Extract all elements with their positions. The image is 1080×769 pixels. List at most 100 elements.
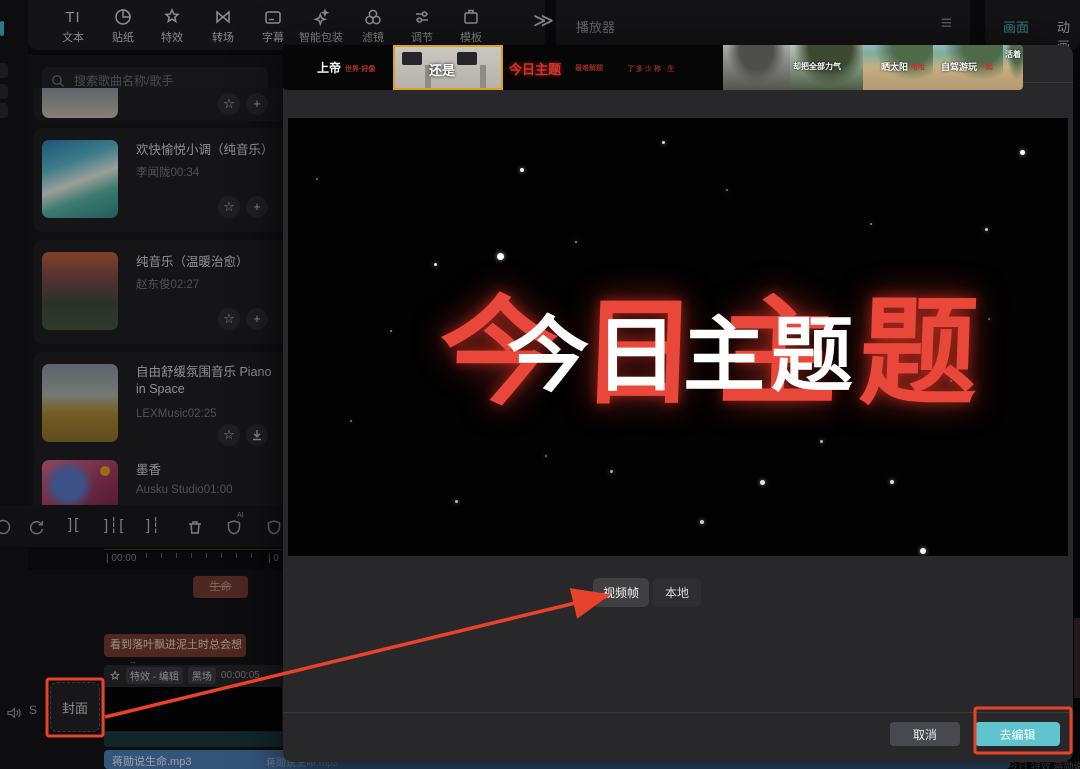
frame-thumb[interactable]: 晒太阳 哈哈 [863, 45, 933, 90]
particle [870, 223, 872, 225]
music-title: 欢快愉悦小调（纯音乐） [136, 142, 281, 159]
player-title: 播放器 [576, 17, 615, 36]
top-toolbar: TI 文本 贴纸 特效 转场 字幕 智能包装 滤镜 调节 [28, 0, 545, 50]
redo-icon[interactable] [26, 516, 48, 542]
ruler-ticks [146, 553, 266, 558]
solo-track-label[interactable]: S [29, 703, 37, 717]
frame-image [450, 47, 503, 90]
go-edit-button[interactable]: 去编辑 [975, 722, 1060, 746]
tool-transition[interactable]: 转场 [195, 6, 251, 45]
frame-thumb[interactable]: 活着 [1003, 45, 1023, 90]
music-meta: LEXMusic02:25 [136, 408, 217, 420]
text-clip[interactable]: 生命 [193, 576, 248, 598]
particle [985, 228, 988, 231]
video-clip-audio-strip[interactable] [104, 732, 283, 747]
add-button[interactable]: + [246, 308, 268, 330]
particle [316, 178, 318, 180]
cover-preview: 今日主题 今日主题 [288, 118, 1068, 556]
favorite-button[interactable]: ☆ [218, 308, 240, 330]
frame-thumb[interactable]: 却把全部力气 [790, 45, 863, 90]
sun-dot [100, 466, 110, 476]
music-panel: ☆ + 欢快愉悦小调（纯音乐） 李闻陇00:34 ☆ + 纯音乐（温暖治愈） 赵… [28, 55, 283, 505]
music-title: 纯音乐（温暖治愈） [136, 254, 281, 271]
frame-thumb[interactable]: 自驾游玩 一起 [933, 45, 1003, 90]
particle [610, 470, 613, 473]
tab-picture[interactable]: 画面 [1003, 17, 1029, 36]
clip-duration: 00:00:05. [221, 670, 263, 681]
frame-strip[interactable]: 上帝 世界·好像 还是 今日主题 最难解题 了多少称·生 却把全部力气 晒太阳 … [283, 45, 1023, 90]
particle [662, 141, 665, 144]
favorite-button[interactable]: ☆ [218, 93, 240, 115]
rail-item[interactable] [0, 63, 8, 78]
music-card[interactable]: 纯音乐（温暖治愈） 赵东俊02:27 ☆ + [34, 240, 286, 344]
divider [283, 712, 1073, 713]
particle [545, 455, 547, 457]
tool-template[interactable]: 模板 [443, 6, 499, 45]
sticker-icon [95, 6, 151, 28]
particle [820, 440, 823, 443]
transition-icon [195, 6, 251, 28]
undo-icon[interactable] [0, 516, 14, 542]
music-meta: 李闻陇00:34 [136, 164, 199, 180]
tab-video-frame[interactable]: 视频帧 [593, 578, 649, 607]
timeline-ruler[interactable]: | 00:00 | 0 [100, 548, 283, 570]
rail-item[interactable] [0, 84, 8, 99]
favorite-button[interactable]: ☆ [218, 424, 240, 446]
download-icon [250, 428, 264, 442]
cover-button[interactable]: 封面 [50, 682, 100, 732]
music-card[interactable]: 欢快愉悦小调（纯音乐） 李闻陇00:34 ☆ + [34, 128, 286, 232]
particle [890, 480, 894, 484]
effects-icon [144, 6, 200, 28]
ruler-label: | 0 [268, 553, 279, 564]
text-icon: TI [45, 6, 101, 28]
audio-clip-label: 蒋勋说生命.mp3 [112, 753, 191, 769]
tool-text[interactable]: TI 文本 [45, 6, 101, 45]
music-card[interactable]: 自由舒缓氛围音乐 Piano in Space LEXMusic02:25 ☆ [34, 352, 286, 460]
tab-local[interactable]: 本地 [653, 578, 701, 607]
mute-track-icon[interactable] [5, 704, 23, 727]
delete-icon[interactable] [184, 516, 206, 542]
cover-select-dialog: 封面选择 今日主题 今日主题 视频帧 本地 上帝 世界·好像 还是 今日主题 最… [283, 45, 1073, 762]
search-input[interactable] [72, 73, 260, 89]
music-card[interactable]: 墨香 Ausku Studio01:00 [34, 453, 286, 505]
shield-ai-icon[interactable]: AI [224, 516, 246, 542]
tool-effects[interactable]: 特效 [144, 6, 200, 45]
video-clip-header[interactable]: 特效 - 编辑 黑场 00:00:05. [104, 665, 283, 686]
text-clip[interactable]: 看到落叶飘进泥土时总会想 [104, 634, 246, 657]
blackout-tag: 黑场 [188, 667, 216, 684]
search-icon [50, 73, 66, 89]
frame-thumb[interactable]: 今日主题 最难解题 [503, 45, 613, 90]
more-tools-icon[interactable]: ≫ [533, 8, 554, 33]
music-card-partial[interactable]: ☆ + [34, 88, 286, 121]
music-meta: 赵东俊02:27 [136, 276, 199, 292]
split-left-icon[interactable]: ]┆[ [104, 516, 124, 534]
frame-thumb-selected[interactable]: 还是 [393, 45, 503, 90]
tool-adjust[interactable]: 调节 [394, 6, 450, 45]
frame-thumb[interactable] [723, 45, 790, 90]
music-thumbnail [42, 460, 118, 505]
video-clip-body[interactable] [104, 686, 283, 732]
particle [434, 263, 437, 266]
add-button[interactable]: + [246, 93, 268, 115]
rail-item[interactable] [0, 103, 8, 118]
tool-filter[interactable]: 滤镜 [345, 6, 401, 45]
music-thumbnail [42, 364, 118, 442]
app-window: TI 文本 贴纸 特效 转场 字幕 智能包装 滤镜 调节 [0, 0, 1080, 769]
favorite-button[interactable]: ☆ [218, 196, 240, 218]
download-button[interactable] [246, 424, 268, 446]
timeline-toolbar: ][ ]┆[ ]┆ AI [0, 505, 283, 547]
tool-sticker[interactable]: 贴纸 [95, 6, 151, 45]
frame-thumb[interactable]: 了多少称·生 [613, 45, 723, 90]
particle [700, 520, 704, 524]
split-right-icon[interactable]: ]┆ [146, 516, 161, 534]
split-icon[interactable]: ][ [68, 516, 80, 533]
player-menu-icon[interactable]: ≡ [941, 13, 952, 35]
particle [520, 168, 524, 172]
cancel-button[interactable]: 取消 [890, 722, 960, 746]
add-button[interactable]: + [246, 196, 268, 218]
particle [726, 189, 728, 191]
smart-pack-icon [293, 6, 349, 28]
tool-smart-pack[interactable]: 智能包装 [293, 6, 349, 45]
shield-icon[interactable] [264, 516, 283, 542]
frame-thumb[interactable]: 上帝 世界·好像 [283, 45, 393, 90]
